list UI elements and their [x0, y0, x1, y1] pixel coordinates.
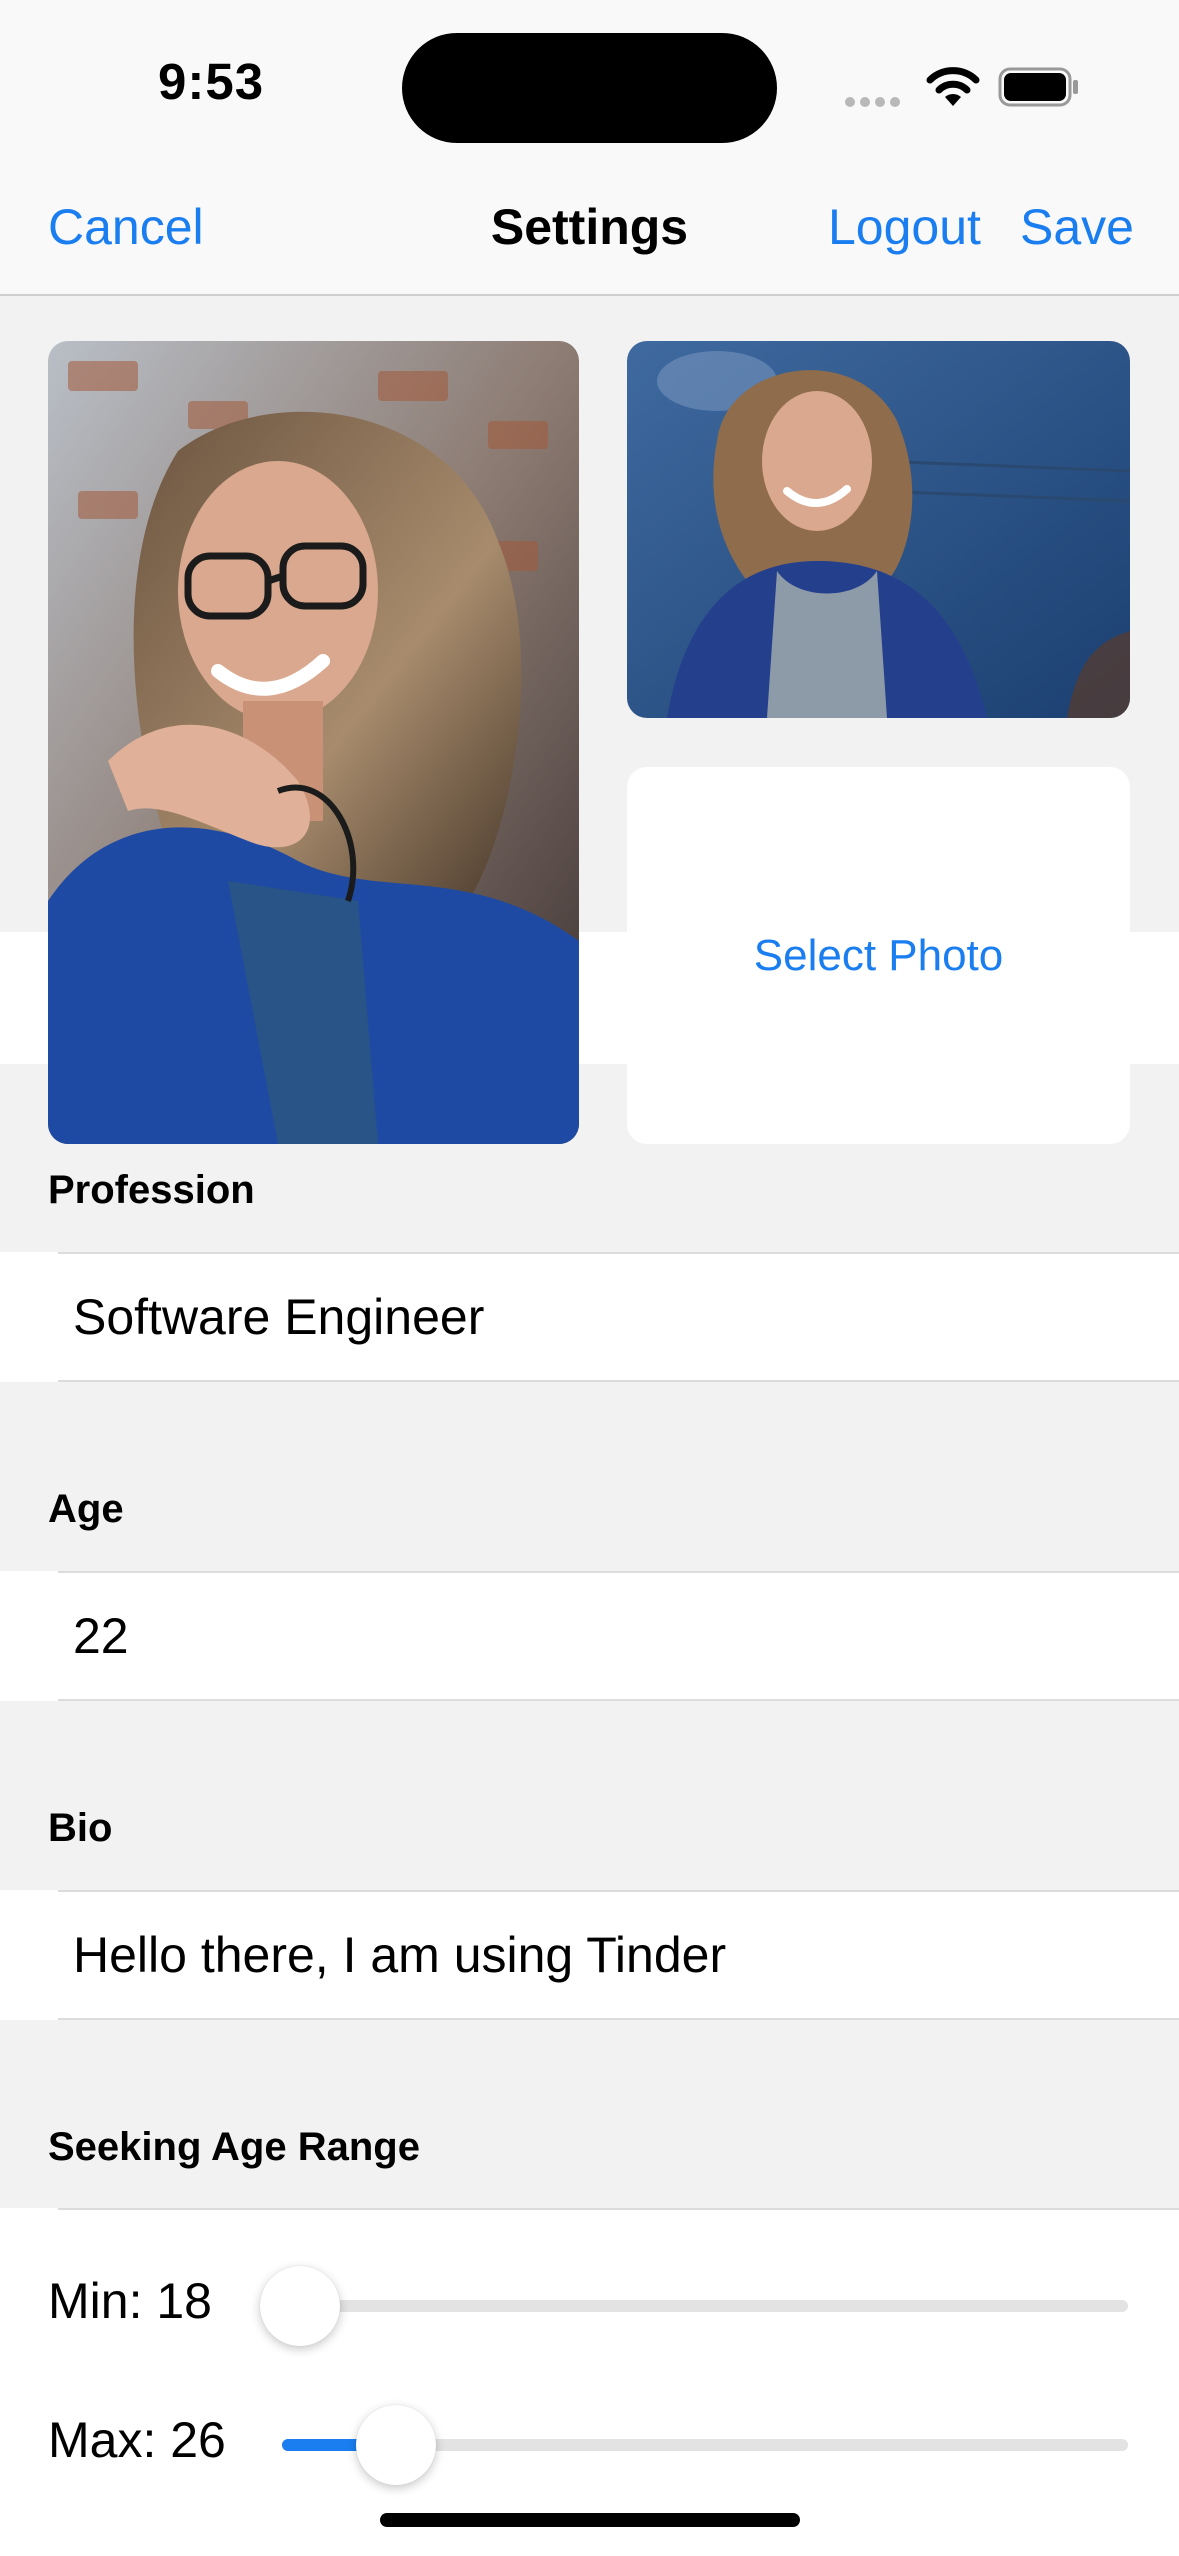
profession-row: Software Engineer — [0, 1252, 1179, 1382]
profile-photo-second[interactable] — [627, 341, 1130, 718]
age-range-header: Seeking Age Range — [48, 2125, 420, 2169]
navigation-bar: Settings Cancel Logout Save — [0, 170, 1179, 296]
cellular-signal-icon — [845, 94, 905, 112]
save-button[interactable]: Save — [1020, 198, 1134, 256]
select-photo-label: Select Photo — [753, 930, 1004, 980]
status-time: 9:53 — [158, 53, 265, 110]
status-bar: 9:53 — [0, 0, 1179, 170]
max-age-label: Max: 26 — [48, 2412, 226, 2468]
wifi-icon — [925, 66, 981, 113]
bio-header: Bio — [48, 1806, 113, 1850]
age-row: 22 — [0, 1571, 1179, 1701]
cancel-button[interactable]: Cancel — [48, 198, 204, 256]
dynamic-island — [402, 33, 777, 143]
battery-icon — [998, 67, 1080, 112]
age-header: Age — [48, 1487, 124, 1531]
min-age-slider-track[interactable] — [300, 2300, 1128, 2312]
min-age-label: Min: 18 — [48, 2273, 212, 2329]
age-field[interactable]: 22 — [73, 1571, 129, 1701]
age-range-section: Min: 18 Max: 26 — [0, 2208, 1179, 2556]
min-age-slider-thumb[interactable] — [260, 2266, 340, 2346]
bio-row: Hello there, I am using Tinder — [0, 1890, 1179, 2020]
profile-photo-main[interactable] — [48, 341, 579, 1144]
profession-field[interactable]: Software Engineer — [73, 1252, 484, 1382]
select-photo-button[interactable]: Select Photo — [627, 767, 1130, 1144]
profession-header: Profession — [48, 1168, 255, 1212]
bio-field[interactable]: Hello there, I am using Tinder — [73, 1890, 726, 2020]
home-indicator — [380, 2513, 800, 2527]
logout-button[interactable]: Logout — [828, 198, 981, 256]
max-age-slider-thumb[interactable] — [356, 2405, 436, 2485]
